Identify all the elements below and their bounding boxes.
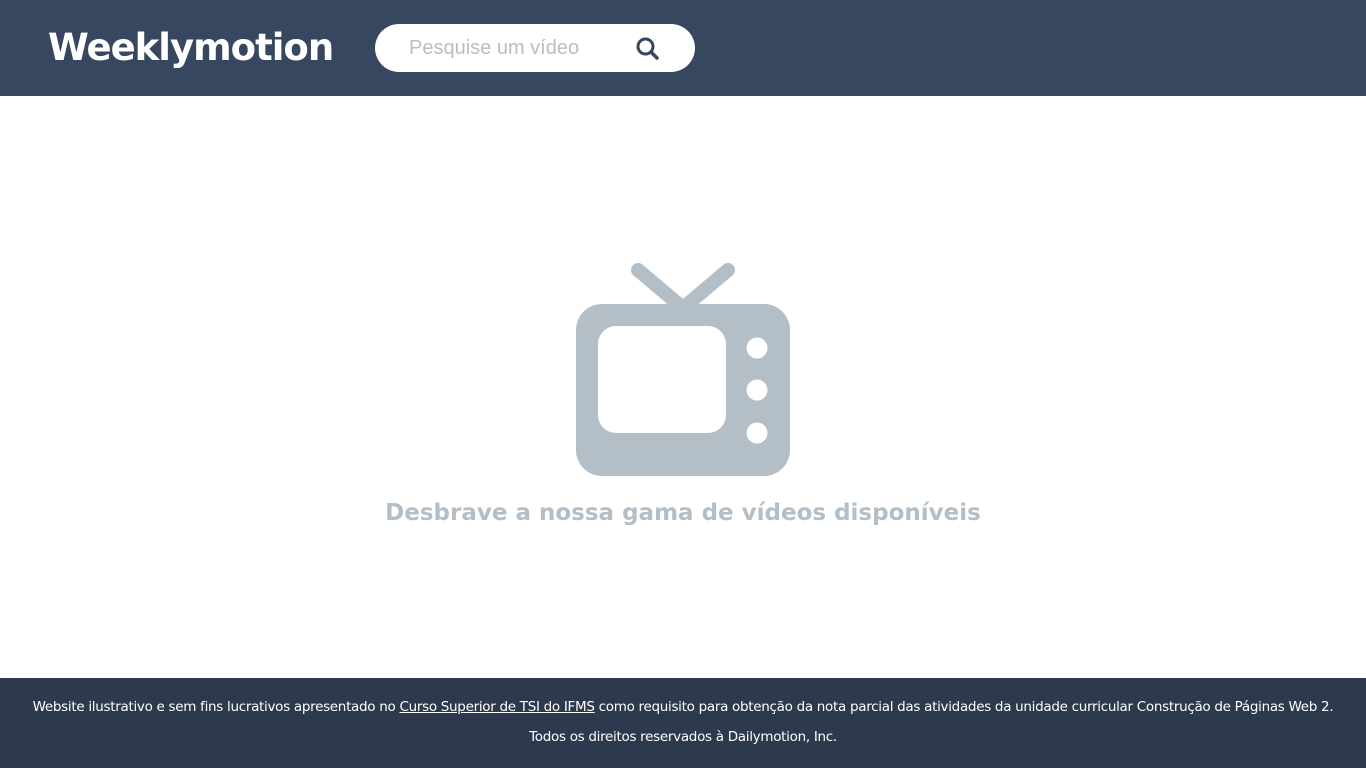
empty-state-message: Desbrave a nossa gama de vídeos disponív…: [385, 500, 981, 526]
search-icon: [636, 37, 659, 60]
site-header: Weeklymotion: [0, 0, 1366, 96]
search-input[interactable]: [409, 24, 639, 72]
footer-text-before: Website ilustrativo e sem fins lucrativo…: [32, 699, 400, 715]
tv-icon: [576, 263, 790, 476]
footer-description: Website ilustrativo e sem fins lucrativo…: [0, 698, 1366, 716]
search-form: [375, 24, 695, 72]
footer-text-after: como requisito para obtenção da nota par…: [594, 699, 1334, 715]
site-footer: Website ilustrativo e sem fins lucrativo…: [0, 678, 1366, 768]
search-button[interactable]: [635, 36, 661, 62]
main-content: Desbrave a nossa gama de vídeos disponív…: [0, 96, 1366, 678]
footer-copyright: Todos os direitos reservados à Dailymoti…: [529, 729, 837, 745]
footer-course-link[interactable]: Curso Superior de TSI do IFMS: [399, 699, 594, 715]
site-logo[interactable]: Weeklymotion: [48, 24, 334, 72]
